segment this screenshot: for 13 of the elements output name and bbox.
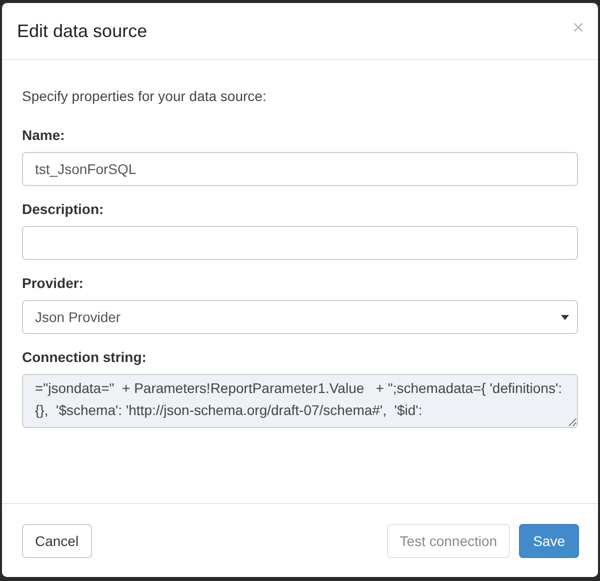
- connection-string-field[interactable]: ="jsondata=" + Parameters!ReportParameter1.Value + ";schemadata={ 'definitions': {}, '$schema': 'http://json-schema.org/draft-07/schema#', '$id':: [22, 374, 578, 428]
- field-label: Description:: [22, 201, 105, 217]
- field-label: Name:: [22, 127, 66, 143]
- text-field[interactable]: tst_JsonForSQL: [22, 152, 578, 186]
- intro-text: Specify properties for your data source:: [22, 88, 268, 104]
- dialog-title: Edit data source: [17, 20, 148, 42]
- footer-button[interactable]: Cancel: [22, 524, 92, 558]
- caret-icon: [561, 315, 569, 320]
- footer-button[interactable]: Save: [519, 524, 579, 558]
- provider-dropdown[interactable]: Json Provider: [22, 300, 578, 334]
- text-field[interactable]: [22, 226, 578, 260]
- field-label: Provider:: [22, 275, 84, 291]
- field-label: Connection string:: [22, 349, 148, 365]
